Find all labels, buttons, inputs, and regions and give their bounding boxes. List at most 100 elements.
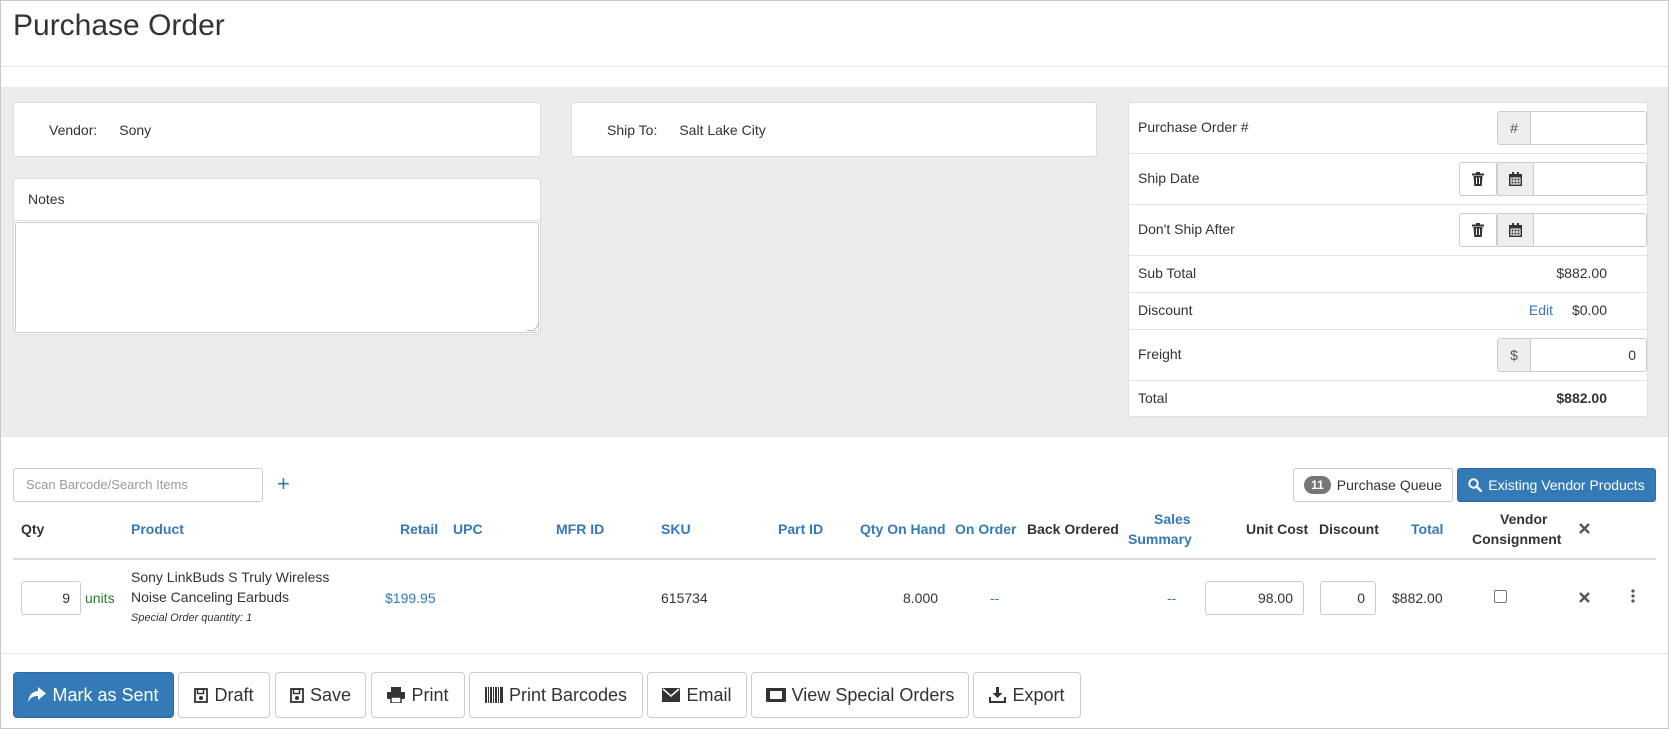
col-mfr-id[interactable]: MFR ID <box>556 519 604 539</box>
col-vendor-consignment-line1: Vendor <box>1500 511 1548 527</box>
row-menu-button[interactable] <box>1631 588 1635 608</box>
col-sku[interactable]: SKU <box>661 519 691 539</box>
col-upc[interactable]: UPC <box>453 519 483 539</box>
email-label: Email <box>686 684 732 705</box>
page-title: Purchase Order <box>13 9 225 42</box>
retail-price-link[interactable]: $199.95 <box>385 588 436 608</box>
ship-date-input[interactable] <box>1533 162 1647 196</box>
floppy-disk-icon <box>194 687 209 703</box>
view-special-orders-button[interactable]: View Special Orders <box>751 672 969 718</box>
trash-icon <box>1472 172 1484 186</box>
notes-panel: Notes <box>13 178 541 335</box>
ship-to-value: Salt Lake City <box>679 122 766 138</box>
vendor-value: Sony <box>119 122 152 138</box>
ticket-icon <box>765 688 786 702</box>
freight-input[interactable]: 0 <box>1530 338 1647 372</box>
sub-total-value: $882.00 <box>1556 265 1607 281</box>
save-button[interactable]: Save <box>275 672 366 718</box>
col-retail[interactable]: Retail <box>400 519 438 539</box>
qty-units: units <box>85 590 115 606</box>
item-search-input[interactable]: Scan Barcode/Search Items <box>13 468 263 502</box>
calendar-icon <box>1509 223 1522 237</box>
po-number-input[interactable] <box>1530 111 1647 145</box>
clear-ship-date-button[interactable] <box>1459 162 1497 196</box>
sku-value: 615734 <box>661 590 708 606</box>
product-name-line2: Noise Canceling Earbuds <box>131 589 289 605</box>
print-button[interactable]: Print <box>371 672 465 718</box>
col-back-ordered: Back Ordered <box>1027 521 1119 537</box>
table-header-divider <box>13 558 1656 560</box>
purchase-queue-label: Purchase Queue <box>1336 477 1442 493</box>
print-barcodes-label: Print Barcodes <box>508 684 628 705</box>
notes-textarea[interactable] <box>15 222 539 333</box>
print-barcodes-button[interactable]: Print Barcodes <box>469 672 643 718</box>
calendar-icon <box>1509 172 1522 186</box>
discount-value: $0.00 <box>1571 302 1607 318</box>
purchase-queue-button[interactable]: 11 Purchase Queue <box>1293 468 1453 502</box>
share-icon <box>28 687 47 702</box>
remove-row-button[interactable] <box>1579 588 1590 608</box>
draft-button[interactable]: Draft <box>178 672 270 718</box>
col-vendor-consignment-line2: Consignment <box>1472 531 1562 547</box>
discount-input[interactable]: 0 <box>1320 581 1376 615</box>
print-label: Print <box>411 684 449 705</box>
printer-icon <box>387 687 406 703</box>
col-discount: Discount <box>1319 521 1379 537</box>
col-sales-summary-line1[interactable]: Sales <box>1154 509 1191 529</box>
email-button[interactable]: Email <box>647 672 747 718</box>
dont-ship-after-calendar-button[interactable] <box>1497 213 1534 247</box>
clear-dont-ship-after-button[interactable] <box>1459 213 1497 247</box>
ship-date-calendar-button[interactable] <box>1497 162 1534 196</box>
notes-heading: Notes <box>14 179 540 221</box>
col-qty: Qty <box>21 521 45 537</box>
sub-total-label: Sub Total <box>1138 265 1197 281</box>
discount-row: Discount Edit $0.00 <box>1129 293 1647 330</box>
vendor-label: Vendor: <box>49 122 98 138</box>
purchase-order-window: Purchase Order Vendor: Sony Ship To: Salt … <box>0 0 1669 729</box>
line-total-value: $882.00 <box>1392 590 1443 606</box>
envelope-icon <box>662 688 681 702</box>
col-part-id[interactable]: Part ID <box>778 519 823 539</box>
ship-date-label: Ship Date <box>1138 170 1200 186</box>
save-label: Save <box>309 684 352 705</box>
close-icon <box>1579 523 1590 534</box>
order-summary-panel: Purchase Order # # Ship Date Don't Ship … <box>1128 102 1648 417</box>
ship-to-label: Ship To: <box>607 122 658 138</box>
existing-vendor-products-button[interactable]: Existing Vendor Products <box>1457 468 1656 502</box>
total-value: $882.00 <box>1556 390 1607 406</box>
vendor-panel: Vendor: Sony <box>13 102 541 157</box>
purchase-queue-count-badge: 11 <box>1304 476 1331 494</box>
more-vertical-icon <box>1631 589 1635 603</box>
sales-summary-link[interactable]: -- <box>1167 588 1176 608</box>
col-unit-cost: Unit Cost <box>1246 521 1309 537</box>
title-divider <box>1 66 1668 67</box>
col-product[interactable]: Product <box>131 519 184 539</box>
export-button[interactable]: Export <box>973 672 1081 718</box>
remove-all-icon[interactable] <box>1579 519 1590 539</box>
hash-addon: # <box>1497 111 1531 145</box>
col-on-order[interactable]: On Order <box>955 519 1016 539</box>
col-sales-summary-line2[interactable]: Summary <box>1128 529 1192 549</box>
edit-discount-link[interactable]: Edit <box>1529 302 1553 318</box>
vendor-consignment-checkbox[interactable] <box>1494 590 1507 603</box>
table-row-divider <box>1 653 1668 654</box>
po-number-row: Purchase Order # # <box>1129 103 1647 154</box>
existing-vendor-products-label: Existing Vendor Products <box>1488 477 1645 493</box>
dont-ship-after-input[interactable] <box>1533 213 1647 247</box>
col-qty-on-hand[interactable]: Qty On Hand <box>860 519 946 539</box>
floppy-disk-icon <box>290 687 304 703</box>
special-order-note: Special Order quantity: 1 <box>131 612 253 624</box>
add-item-button[interactable]: + <box>277 471 290 497</box>
draft-label: Draft <box>214 684 254 705</box>
dont-ship-after-row: Don't Ship After <box>1129 205 1647 256</box>
freight-label: Freight <box>1138 346 1182 362</box>
mark-as-sent-button[interactable]: Mark as Sent <box>13 672 174 718</box>
on-order-link[interactable]: -- <box>990 588 999 608</box>
po-number-label: Purchase Order # <box>1138 119 1249 135</box>
product-name-line1: Sony LinkBuds S Truly Wireless <box>131 569 330 585</box>
freight-row: Freight $ 0 <box>1129 330 1647 381</box>
col-total[interactable]: Total <box>1411 519 1443 539</box>
qty-input[interactable]: 9 <box>21 581 81 615</box>
unit-cost-input[interactable]: 98.00 <box>1205 581 1304 615</box>
ship-to-panel: Ship To: Salt Lake City <box>571 102 1097 157</box>
